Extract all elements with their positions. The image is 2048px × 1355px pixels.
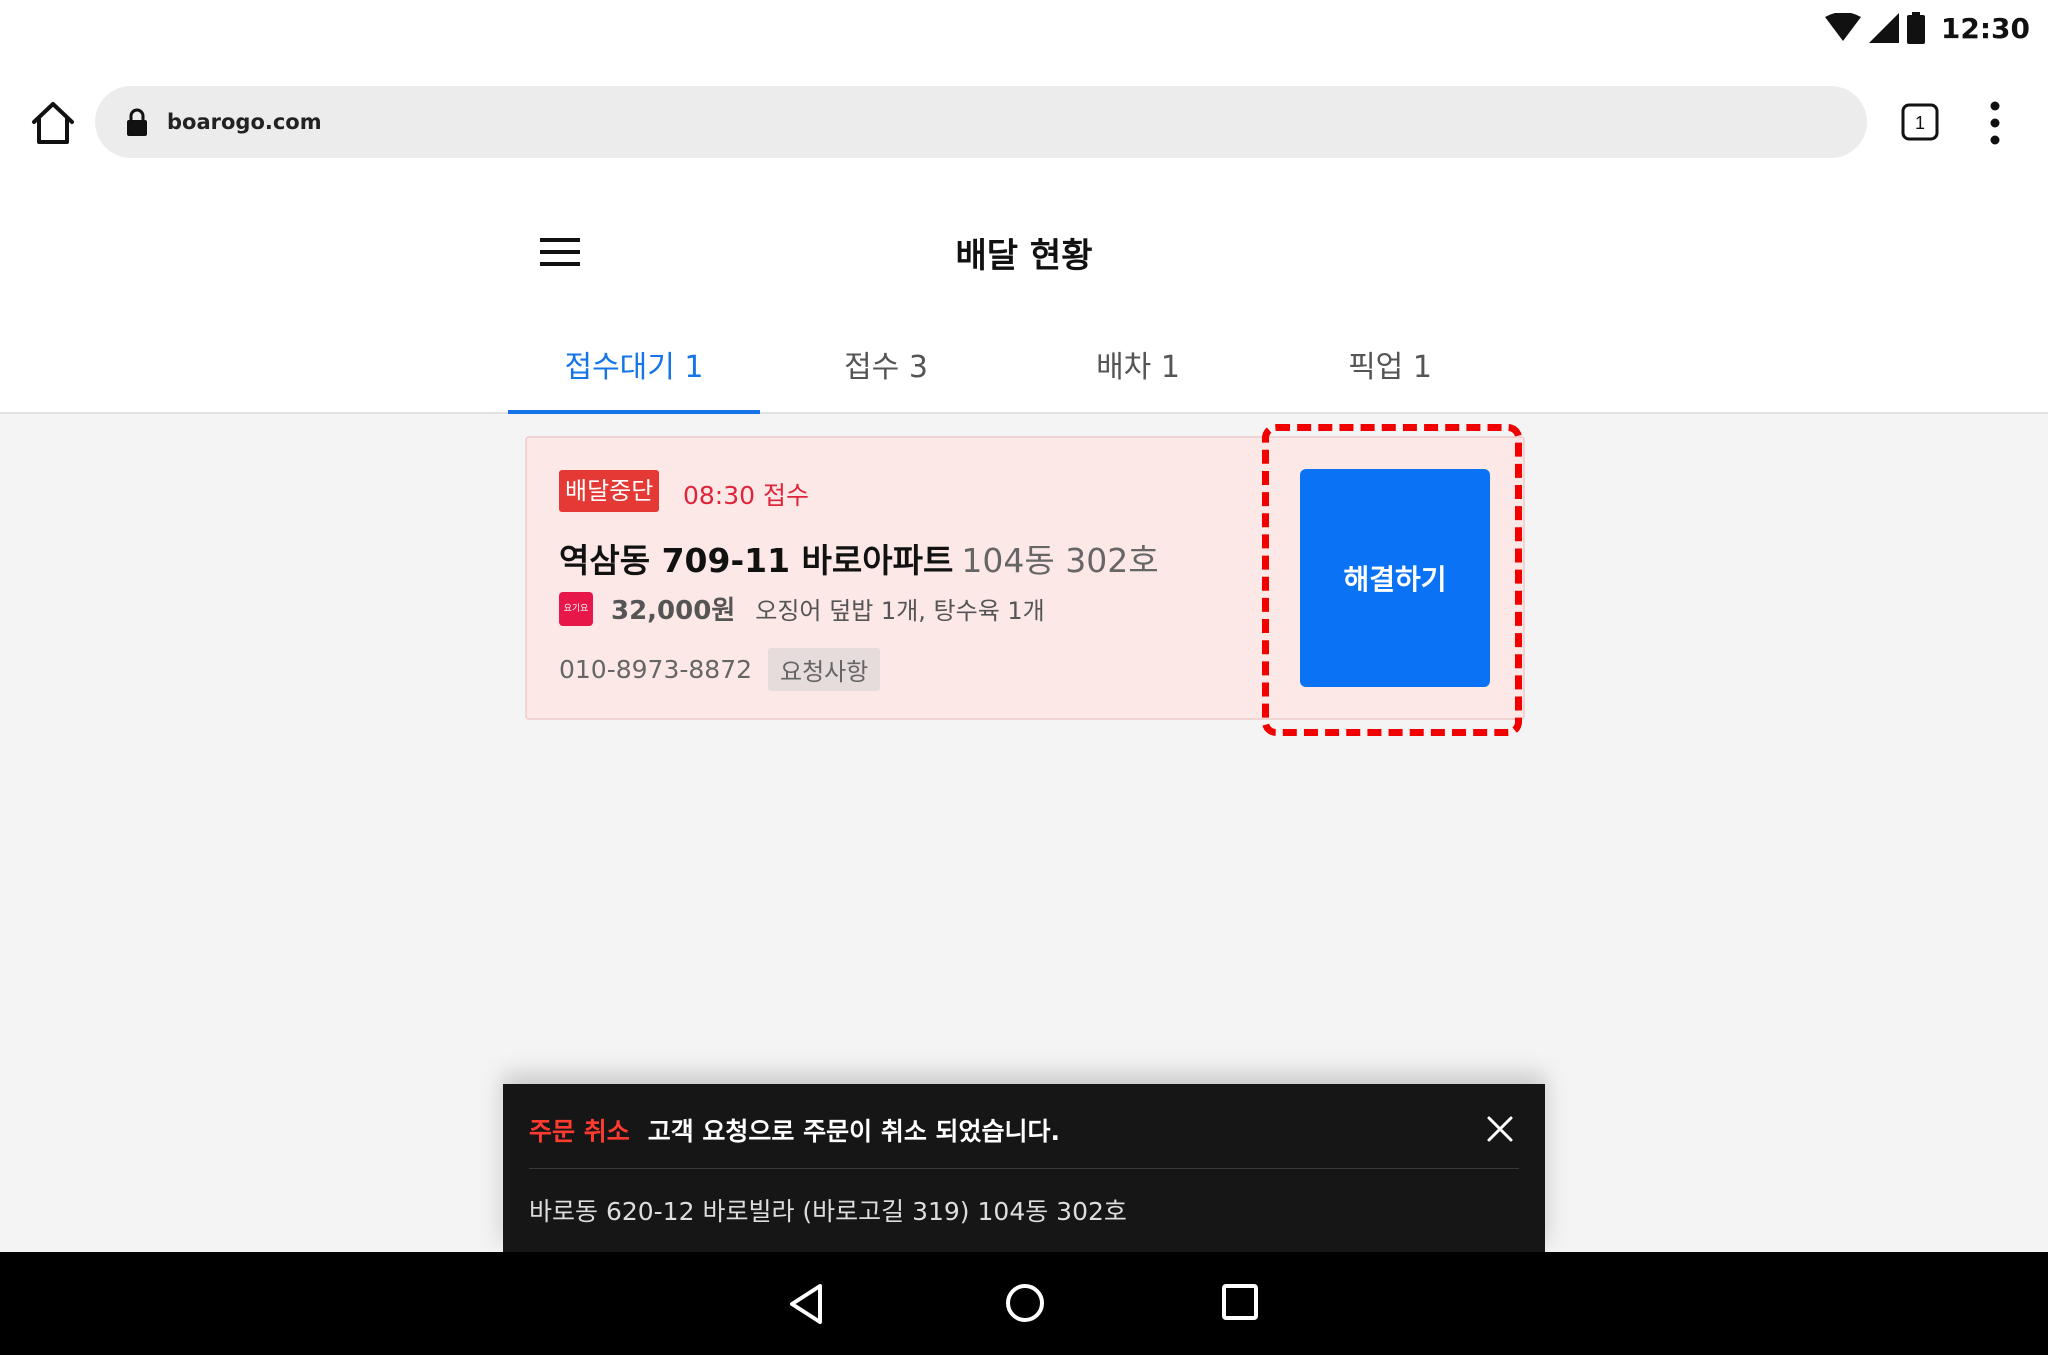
order-items: 오징어 덮밥 1개, 탕수육 1개 bbox=[755, 597, 1045, 625]
browser-toolbar: boarogo.com 1 bbox=[0, 80, 2048, 164]
yogiyo-logo-icon: 요기요 bbox=[559, 591, 593, 626]
lock-icon bbox=[127, 108, 147, 136]
url-bar[interactable]: boarogo.com bbox=[95, 86, 1867, 158]
tab-switcher-icon[interactable]: 1 bbox=[1900, 102, 1940, 142]
delivery-address: 역삼동 709-11 바로아파트 104동 302호 bbox=[559, 534, 1159, 582]
status-badge: 배달중단 bbox=[559, 470, 660, 512]
cancel-notification: 주문 취소 고객 요청으로 주문이 취소 되었습니다. 바로동 620-12 바로… bbox=[503, 1084, 1545, 1254]
more-vert-icon[interactable] bbox=[1980, 98, 2010, 148]
close-icon[interactable] bbox=[1485, 1114, 1515, 1144]
address-detail: 104동 302호 bbox=[961, 541, 1159, 580]
received-time: 08:30 접수 bbox=[683, 481, 809, 510]
resolve-button[interactable]: 해결하기 bbox=[1300, 469, 1490, 687]
status-time: 12:30 bbox=[1940, 11, 2030, 45]
wifi-icon bbox=[1824, 13, 1861, 41]
battery-icon bbox=[1906, 12, 1925, 44]
address-main: 역삼동 709-11 바로아파트 bbox=[559, 541, 954, 580]
back-icon[interactable] bbox=[786, 1282, 826, 1326]
toast-message: 고객 요청으로 주문이 취소 되었습니다. bbox=[647, 1117, 1061, 1146]
tab-count: 1 bbox=[1915, 113, 1925, 133]
status-bar: 12:30 bbox=[1824, 8, 2030, 48]
toast-kind: 주문 취소 bbox=[529, 1117, 630, 1146]
customer-phone[interactable]: 010-8973-8872 bbox=[559, 655, 752, 684]
recent-apps-icon[interactable] bbox=[1220, 1282, 1260, 1322]
system-nav-bar bbox=[0, 1252, 2048, 1355]
toast-header: 주문 취소 고객 요청으로 주문이 취소 되었습니다. bbox=[529, 1112, 1060, 1148]
home-icon[interactable] bbox=[28, 98, 78, 148]
tab-pending[interactable]: 접수대기 1 bbox=[508, 330, 760, 414]
nav-home-icon[interactable] bbox=[1004, 1282, 1046, 1324]
tab-dispatched[interactable]: 배차 1 bbox=[1012, 330, 1264, 414]
url-text: boarogo.com bbox=[167, 110, 322, 134]
status-tabs: 접수대기 1 접수 3 배차 1 픽업 1 bbox=[508, 330, 1518, 414]
order-price: 32,000원 bbox=[611, 596, 736, 626]
app-bar: 배달 현황 bbox=[510, 210, 1538, 290]
tab-accepted[interactable]: 접수 3 bbox=[760, 330, 1012, 414]
toast-address: 바로동 620-12 바로빌라 (바로고길 319) 104동 302호 bbox=[529, 1197, 1127, 1226]
page-title: 배달 현황 bbox=[955, 236, 1093, 276]
request-tag[interactable]: 요청사항 bbox=[768, 648, 881, 691]
signal-icon bbox=[1868, 13, 1899, 43]
divider bbox=[529, 1168, 1519, 1169]
tab-pickup[interactable]: 픽업 1 bbox=[1264, 330, 1516, 414]
contact-row: 010-8973-8872 요청사항 bbox=[559, 648, 881, 691]
price-row: 요기요 32,000원 오징어 덮밥 1개, 탕수육 1개 bbox=[559, 590, 1045, 627]
